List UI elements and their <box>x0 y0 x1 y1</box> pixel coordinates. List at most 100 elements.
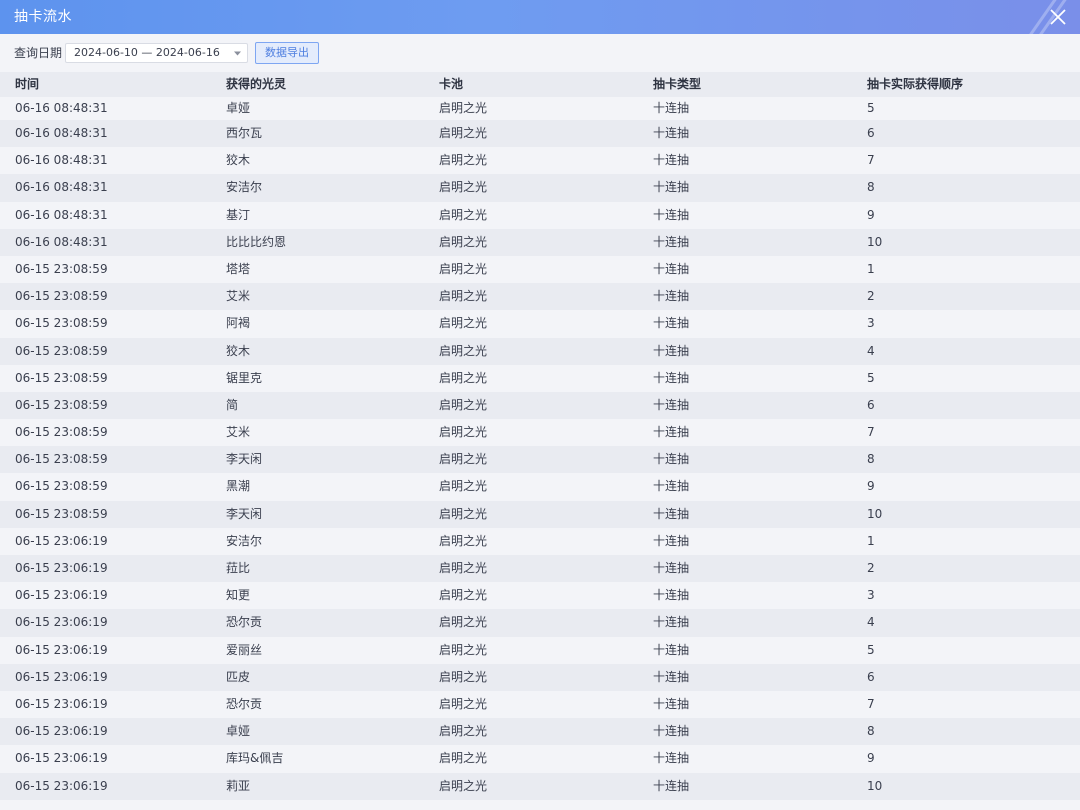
cell-order: 7 <box>867 425 875 440</box>
cell-draw-type: 十连抽 <box>653 696 690 711</box>
table-row: 06-15 23:08:59 塔塔 启明之光 十连抽 1 <box>0 255 1080 284</box>
cell-pool: 启明之光 <box>439 126 488 140</box>
cell-order: 6 <box>867 126 875 140</box>
table-row: 06-16 08:48:31 安洁尔 启明之光 十连抽 8 <box>0 174 1080 202</box>
cell-draw-type: 十连抽 <box>653 778 690 793</box>
cell-pool: 启明之光 <box>439 261 488 276</box>
cell-character: 狡木 <box>226 343 251 358</box>
cell-character: 简 <box>226 397 239 412</box>
cell-time: 06-15 23:08:59 <box>15 261 108 276</box>
table-row: 06-15 23:06:19 莉亚 启明之光 十连抽 10 <box>0 772 1080 800</box>
header-order: 抽卡实际获得顺序 <box>867 77 964 91</box>
cell-order: 4 <box>867 343 875 358</box>
table-row: 06-16 08:48:31 基汀 启明之光 十连抽 9 <box>0 201 1080 229</box>
export-data-button[interactable]: 数据导出 <box>255 42 319 64</box>
cell-character: 恐尔贡 <box>226 615 263 630</box>
cell-character: 阿褐 <box>226 316 251 331</box>
cell-order: 8 <box>867 452 875 467</box>
cell-time: 06-15 23:06:19 <box>15 724 108 739</box>
cell-order: 7 <box>867 153 875 168</box>
table-row: 06-15 23:08:59 李天闲 启明之光 十连抽 8 <box>0 446 1080 474</box>
cell-order: 6 <box>867 669 875 684</box>
table-row: 06-15 23:08:59 艾米 启明之光 十连抽 2 <box>0 283 1080 311</box>
table-row: 06-15 23:08:59 艾米 启明之光 十连抽 7 <box>0 419 1080 447</box>
cell-character: 知更 <box>226 588 251 603</box>
cell-order: 1 <box>867 261 875 276</box>
cell-pool: 启明之光 <box>439 207 488 222</box>
cell-time: 06-15 23:06:19 <box>15 778 108 793</box>
cell-draw-type: 十连抽 <box>653 506 690 521</box>
cell-draw-type: 十连抽 <box>653 425 690 440</box>
cell-order: 9 <box>867 479 875 494</box>
cell-time: 06-15 23:06:19 <box>15 669 108 684</box>
cell-character: 爱丽丝 <box>226 642 263 657</box>
date-range-picker[interactable]: 2024-06-10 — 2024-06-16 <box>65 43 248 63</box>
cell-order: 3 <box>867 316 875 331</box>
cell-time: 06-15 23:06:19 <box>15 533 108 548</box>
cell-pool: 启明之光 <box>439 561 488 575</box>
cell-order: 6 <box>867 397 875 412</box>
cell-character: 基汀 <box>226 207 251 222</box>
cell-order: 5 <box>867 101 875 115</box>
cell-time: 06-15 23:08:59 <box>15 506 108 521</box>
cell-character: 李天闲 <box>226 452 263 467</box>
cell-pool: 启明之光 <box>439 370 488 385</box>
gacha-table: 时间 获得的光灵 卡池 抽卡类型 抽卡实际获得顺序 06-16 08:48:31… <box>0 72 1080 800</box>
cell-order: 3 <box>867 588 875 603</box>
cell-character: 艾米 <box>226 289 251 304</box>
table-row: 06-15 23:06:19 知更 启明之光 十连抽 3 <box>0 582 1080 610</box>
cell-time: 06-16 08:48:31 <box>15 101 108 115</box>
cell-time: 06-16 08:48:31 <box>15 126 108 140</box>
cell-character: 狡木 <box>226 153 251 168</box>
close-button[interactable] <box>1036 0 1080 34</box>
cell-order: 9 <box>867 207 875 222</box>
cell-draw-type: 十连抽 <box>653 452 690 467</box>
header-pool: 卡池 <box>439 77 464 91</box>
query-date-label: 查询日期 <box>14 46 63 60</box>
cell-time: 06-15 23:08:59 <box>15 370 108 385</box>
header-time: 时间 <box>15 77 40 91</box>
cell-time: 06-15 23:06:19 <box>15 615 108 630</box>
title-bar: 抽卡流水 <box>0 0 1080 34</box>
cell-pool: 启明之光 <box>439 452 488 467</box>
cell-character: 恐尔贡 <box>226 696 263 711</box>
cell-order: 10 <box>867 506 883 521</box>
table-row: 06-16 08:48:31 比比比约恩 启明之光 十连抽 10 <box>0 228 1080 256</box>
cell-draw-type: 十连抽 <box>653 533 690 548</box>
header-character: 获得的光灵 <box>226 77 287 91</box>
cell-order: 1 <box>867 533 875 548</box>
table-row: 06-15 23:08:59 黑潮 启明之光 十连抽 9 <box>0 473 1080 501</box>
cell-draw-type: 十连抽 <box>653 561 690 575</box>
cell-draw-type: 十连抽 <box>653 316 690 331</box>
cell-time: 06-15 23:06:19 <box>15 696 108 711</box>
cell-draw-type: 十连抽 <box>653 234 690 249</box>
cell-draw-type: 十连抽 <box>653 261 690 276</box>
cell-pool: 启明之光 <box>439 153 488 168</box>
cell-pool: 启明之光 <box>439 642 488 657</box>
cell-character: 塔塔 <box>226 261 251 276</box>
cell-order: 7 <box>867 696 875 711</box>
cell-character: 匹皮 <box>226 669 251 684</box>
cell-time: 06-15 23:08:59 <box>15 316 108 331</box>
cell-character: 安洁尔 <box>226 533 263 548</box>
cell-time: 06-15 23:08:59 <box>15 425 108 440</box>
cell-draw-type: 十连抽 <box>653 180 690 195</box>
filter-toolbar: 查询日期 2024-06-10 — 2024-06-16 数据导出 <box>0 34 1080 72</box>
cell-character: 黑潮 <box>226 479 251 494</box>
table-row: 06-15 23:06:19 安洁尔 启明之光 十连抽 1 <box>0 527 1080 555</box>
table-row: 06-15 23:06:19 匹皮 启明之光 十连抽 6 <box>0 663 1080 691</box>
cell-draw-type: 十连抽 <box>653 343 690 358</box>
cell-pool: 启明之光 <box>439 778 488 793</box>
cell-time: 06-15 23:08:59 <box>15 343 108 358</box>
cell-draw-type: 十连抽 <box>653 642 690 657</box>
cell-order: 5 <box>867 370 875 385</box>
cell-pool: 启明之光 <box>439 234 488 249</box>
cell-draw-type: 十连抽 <box>653 751 690 766</box>
table-row: 06-15 23:08:59 狡木 启明之光 十连抽 4 <box>0 337 1080 365</box>
cell-character: 库玛&佩吉 <box>226 751 284 766</box>
cell-draw-type: 十连抽 <box>653 588 690 603</box>
cell-character: 卓娅 <box>226 724 251 739</box>
cell-order: 4 <box>867 615 875 630</box>
cell-time: 06-15 23:08:59 <box>15 397 108 412</box>
cell-character: 西尔瓦 <box>226 126 263 140</box>
